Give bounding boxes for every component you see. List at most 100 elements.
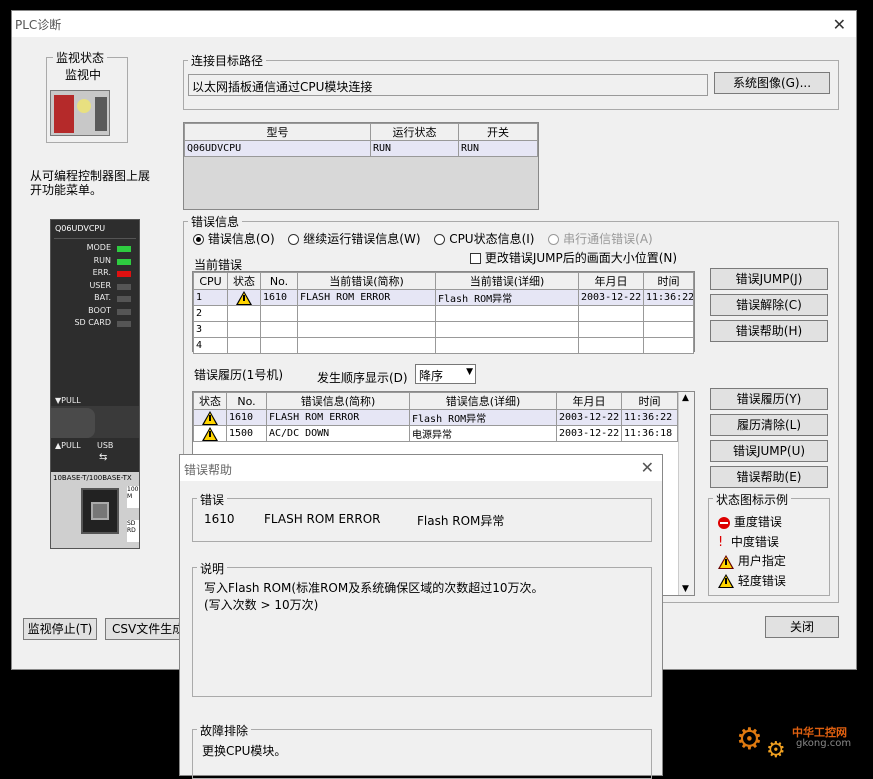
table-cell: 1610 — [226, 409, 267, 426]
table-row[interactable]: 3 — [193, 321, 694, 338]
table-row[interactable]: 4 — [193, 337, 694, 354]
dialog-trouble-label: 故障排除 — [197, 722, 252, 739]
run-status-header: 运行状态 — [370, 123, 459, 141]
close-button[interactable]: 关闭 — [765, 616, 839, 638]
history-error-jump-button[interactable]: 错误JUMP(U) — [710, 440, 828, 462]
current-error-table-panel: CPU 状态 No. 当前错误(简称) 当前错误(详细) 年月日 时间 1 1610 FLASH… — [192, 271, 695, 354]
error-clear-button[interactable]: 错误解除(C) — [710, 294, 828, 316]
watermark-logo: ⚙ ⚙ 中华工控网 gkong.com — [736, 720, 866, 770]
table-cell: Flash ROM异常 — [435, 289, 579, 306]
table-cell — [227, 305, 261, 322]
table-cell — [435, 305, 579, 322]
column-header: No. — [260, 272, 298, 290]
radio-error-info[interactable]: 错误信息(O) — [193, 232, 275, 246]
column-header: 当前错误(简称) — [297, 272, 436, 290]
dialog-error-detail: Flash ROM异常 — [417, 514, 505, 528]
desc-line-1: 写入Flash ROM(标准ROM及系统确保区域的次数超过10万次。 — [204, 581, 544, 595]
monitor-status-value: 监视中 — [65, 68, 102, 82]
column-header: 状态 — [227, 272, 261, 290]
error-type-radio-group: 错误信息(O) 继续运行错误信息(W) CPU状态信息(I) 串行通信错误(A) — [193, 230, 653, 247]
system-image-button[interactable]: 系统图像(G)... — [714, 72, 830, 94]
led-indicator — [117, 283, 131, 290]
plc-module-image[interactable]: Q06UDVCPU MODE RUN ERR. USER BAT. BOOT SD CARD… — [50, 219, 140, 549]
table-row[interactable]: 1610 FLASH ROM ERROR Flash ROM异常 2003-12-22… — [193, 409, 678, 426]
column-header: 错误信息(简称) — [266, 392, 410, 410]
dialog-trouble-text: 更换CPU模块。 — [202, 744, 287, 758]
stop-icon — [718, 516, 730, 529]
radio-label: 错误信息(O) — [207, 232, 275, 246]
radio-cpu-status[interactable]: CPU状态信息(I) — [434, 232, 535, 246]
ethernet-label: 10BASE-T/100BASE-TX — [53, 474, 132, 482]
column-header: CPU — [193, 272, 228, 290]
scroll-down-icon[interactable]: ▼ — [682, 584, 689, 594]
table-cell — [297, 321, 436, 338]
close-icon[interactable]: ✕ — [833, 15, 846, 34]
warning-icon — [202, 410, 218, 425]
radio-continue-error[interactable]: 继续运行错误信息(W) — [288, 232, 421, 246]
led-label: BOOT — [88, 305, 111, 315]
red-warning-icon: ! — [718, 534, 724, 550]
monitor-status-label: 监视状态 — [53, 49, 108, 66]
table-cell: 2003-12-22 — [578, 289, 644, 306]
table-cell — [227, 321, 261, 338]
side-label-1: 100 M — [127, 486, 139, 508]
legend-item-major: 重度错误 — [718, 513, 786, 533]
close-icon[interactable]: ✕ — [641, 458, 654, 477]
table-row[interactable]: Q06UDVCPU RUN RUN — [184, 140, 538, 157]
led-label: RUN — [93, 255, 111, 265]
table-cell — [227, 289, 261, 306]
title-bar: PLC诊断 ✕ — [12, 11, 856, 37]
led-indicator — [117, 308, 131, 315]
legend-item-minor: 轻度错误 — [718, 572, 786, 592]
usb-label: USB — [97, 441, 114, 450]
history-table: 状态 No. 错误信息(简称) 错误信息(详细) 年月日 时间 1610 FLASH ROM… — [193, 392, 678, 442]
table-row[interactable]: 1 1610 FLASH ROM ERROR Flash ROM异常 2003-12-2… — [193, 289, 694, 306]
table-cell — [435, 337, 579, 354]
dialog-error-label: 错误 — [197, 491, 228, 508]
table-cell: 电源异常 — [409, 425, 557, 442]
history-scrollbar[interactable]: ▲ ▼ — [678, 392, 694, 595]
legend-item-moderate: ! 中度错误 — [718, 533, 786, 553]
table-cell: 1 — [193, 289, 228, 306]
led-indicator — [117, 296, 131, 302]
error-history-button[interactable]: 错误履历(Y) — [710, 388, 828, 410]
radio-label: CPU状态信息(I) — [449, 232, 535, 246]
warning-icon — [202, 426, 218, 441]
error-help-button[interactable]: 错误帮助(H) — [710, 320, 828, 342]
history-clear-button[interactable]: 履历清除(L) — [710, 414, 828, 436]
radio-serial-error[interactable]: 串行通信错误(A) — [548, 232, 653, 246]
column-header: 当前错误(详细) — [435, 272, 579, 290]
order-select[interactable]: 降序 ▼ — [415, 364, 476, 384]
table-row[interactable]: 1500 AC/DC DOWN 电源异常 2003-12-22 11:36:18 — [193, 425, 678, 442]
legend-text: 用户指定 — [737, 554, 786, 568]
table-row[interactable]: 2 — [193, 305, 694, 322]
legend-item-user: 用户指定 — [718, 552, 786, 572]
dialog-title-bar: 错误帮助 ✕ — [180, 455, 662, 481]
scroll-up-icon[interactable]: ▲ — [682, 393, 689, 403]
plc-thumbnail-image[interactable] — [50, 90, 110, 136]
table-cell — [435, 321, 579, 338]
table-cell: AC/DC DOWN — [266, 425, 410, 442]
usb-icon: ⇆ — [99, 452, 108, 463]
table-cell: 2003-12-22 — [556, 425, 622, 442]
led-label: SD CARD — [74, 318, 111, 327]
table-cell — [578, 321, 644, 338]
dialog-desc-label: 说明 — [197, 560, 228, 577]
error-jump-button[interactable]: 错误JUMP(J) — [710, 268, 828, 290]
dialog-error-no: 1610 — [204, 512, 235, 526]
column-header: 时间 — [643, 272, 694, 290]
desc-line-2: (写入次数 > 10万次) — [204, 598, 319, 612]
monitor-stop-button[interactable]: 监视停止(T) — [23, 618, 97, 640]
radio-selected-icon — [193, 234, 204, 245]
resize-jump-checkbox[interactable]: 更改错误JUMP后的画面大小位置(N) — [470, 249, 677, 266]
legend-text: 轻度错误 — [737, 573, 786, 588]
current-error-table: CPU 状态 No. 当前错误(简称) 当前错误(详细) 年月日 时间 1 1610 FLASH… — [193, 272, 694, 354]
warning-icon — [718, 574, 734, 588]
switch-header: 开关 — [458, 123, 538, 141]
watermark-url: gkong.com — [796, 738, 852, 749]
table-cell — [193, 425, 227, 442]
table-cell — [227, 337, 261, 354]
left-hint-text: 从可编程控制器图上展开功能菜单。 — [30, 169, 151, 197]
history-error-help-button[interactable]: 错误帮助(E) — [710, 466, 828, 488]
table-cell — [578, 305, 644, 322]
